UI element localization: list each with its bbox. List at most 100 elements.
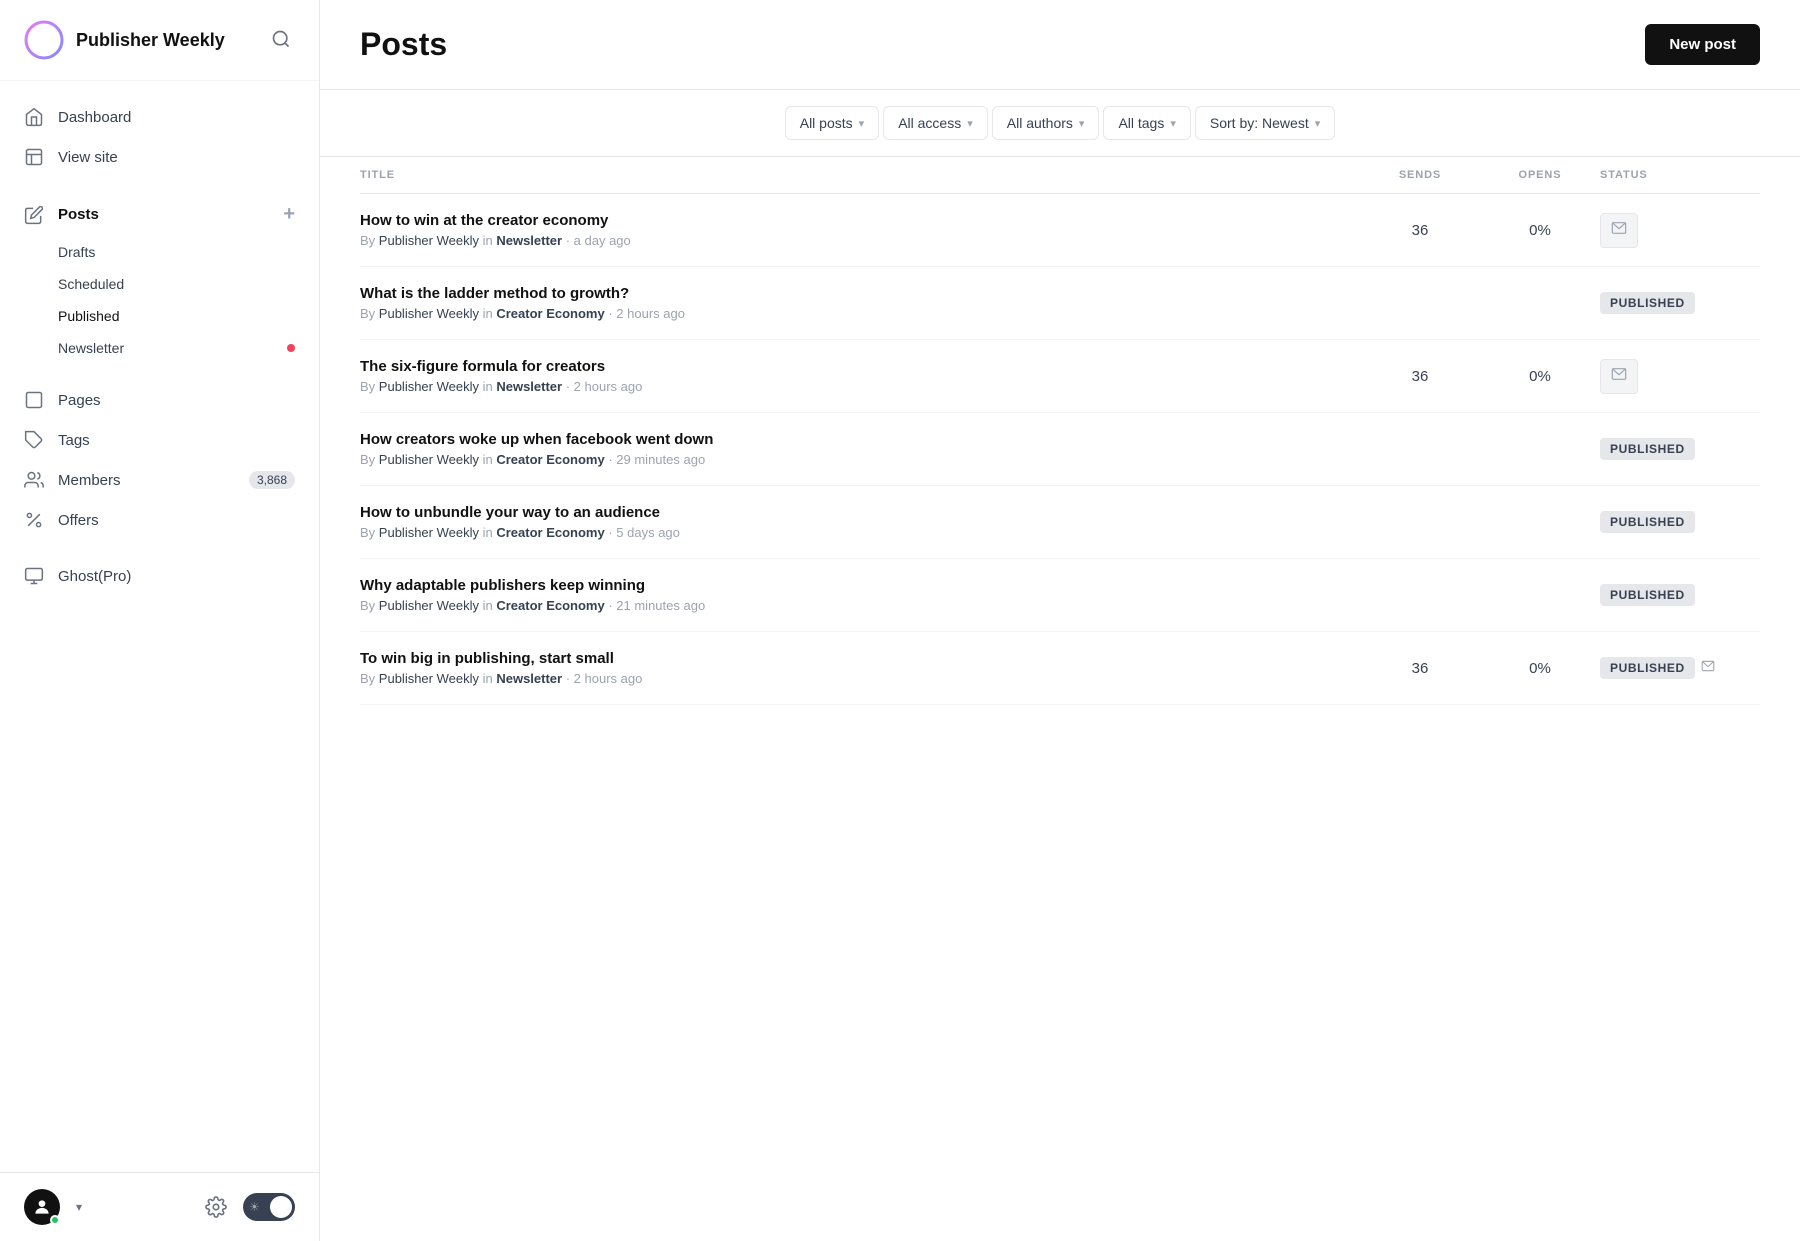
filter-all-posts[interactable]: All posts ▾ (785, 106, 879, 140)
brand: Publisher Weekly (24, 20, 225, 60)
post-meta: By Publisher Weekly in Creator Economy ·… (360, 598, 1360, 613)
search-button[interactable] (267, 25, 295, 56)
settings-icon[interactable] (205, 1196, 227, 1218)
post-author: Publisher Weekly (379, 306, 479, 321)
status-badge: PUBLISHED (1600, 657, 1695, 679)
table-row[interactable]: How to unbundle your way to an audience … (360, 486, 1760, 559)
post-meta: By Publisher Weekly in Newsletter · 2 ho… (360, 379, 1360, 394)
email-status-icon (1600, 213, 1638, 248)
sidebar: Publisher Weekly Dashboard View site (0, 0, 320, 1241)
filter-sort[interactable]: Sort by: Newest ▾ (1195, 106, 1335, 140)
status-badge: PUBLISHED (1600, 438, 1695, 460)
sidebar-item-newsletter[interactable]: Newsletter (58, 332, 319, 364)
post-tag: Creator Economy (496, 525, 604, 540)
sun-icon: ☀ (249, 1200, 260, 1214)
brand-logo (24, 20, 64, 60)
sidebar-item-offers[interactable]: Offers (0, 500, 319, 540)
brand-name: Publisher Weekly (76, 30, 225, 51)
all-authors-label: All authors (1007, 115, 1073, 131)
theme-toggle[interactable]: ☀ (243, 1193, 295, 1221)
table-row[interactable]: To win big in publishing, start small By… (360, 632, 1760, 705)
sidebar-item-dashboard[interactable]: Dashboard (0, 97, 319, 137)
layout-icon (24, 147, 44, 167)
scheduled-label: Scheduled (58, 276, 124, 292)
post-status (1600, 359, 1760, 394)
search-icon (271, 29, 291, 49)
published-label: Published (58, 308, 120, 324)
members-badge: 3,868 (249, 471, 295, 489)
post-status (1600, 213, 1760, 248)
sidebar-item-posts[interactable]: Posts + (0, 193, 319, 236)
post-author: Publisher Weekly (379, 233, 479, 248)
tag-icon (24, 430, 44, 450)
all-tags-label: All tags (1118, 115, 1164, 131)
sidebar-header: Publisher Weekly (0, 0, 319, 81)
post-status: PUBLISHED (1600, 438, 1760, 460)
sidebar-item-scheduled[interactable]: Scheduled (58, 268, 319, 300)
post-status: PUBLISHED (1600, 292, 1760, 314)
post-meta: By Publisher Weekly in Newsletter · 2 ho… (360, 671, 1360, 686)
post-title: How to unbundle your way to an audience (360, 504, 1360, 521)
post-time: 2 hours ago (574, 671, 643, 686)
sidebar-footer: ▾ ☀ (0, 1172, 319, 1241)
filter-all-access[interactable]: All access ▾ (883, 106, 988, 140)
post-info: To win big in publishing, start small By… (360, 650, 1360, 686)
ghostpro-label: Ghost(Pro) (58, 568, 131, 585)
file-icon (24, 390, 44, 410)
post-tag: Newsletter (496, 233, 562, 248)
post-sends: 36 (1360, 222, 1480, 239)
sort-label: Sort by: Newest (1210, 115, 1309, 131)
post-meta: By Publisher Weekly in Newsletter · a da… (360, 233, 1360, 248)
post-author: Publisher Weekly (379, 525, 479, 540)
add-post-icon[interactable]: + (283, 203, 295, 226)
toggle-knob (270, 1196, 292, 1218)
sidebar-item-drafts[interactable]: Drafts (58, 236, 319, 268)
table-row[interactable]: How creators woke up when facebook went … (360, 413, 1760, 486)
sidebar-item-pages[interactable]: Pages (0, 380, 319, 420)
post-title: Why adaptable publishers keep winning (360, 577, 1360, 594)
post-tag: Newsletter (496, 671, 562, 686)
post-title: To win big in publishing, start small (360, 650, 1360, 667)
post-status: PUBLISHED (1600, 584, 1760, 606)
status-badge: PUBLISHED (1600, 511, 1695, 533)
members-label: Members (58, 472, 121, 489)
post-opens: 0% (1480, 222, 1600, 239)
posts-table: TITLE SENDS OPENS STATUS How to win at t… (320, 157, 1800, 1241)
post-info: How to unbundle your way to an audience … (360, 504, 1360, 540)
sidebar-item-ghostpro[interactable]: Ghost(Pro) (0, 556, 319, 596)
post-opens: 0% (1480, 660, 1600, 677)
table-row[interactable]: The six-figure formula for creators By P… (360, 340, 1760, 413)
sidebar-item-viewsite[interactable]: View site (0, 137, 319, 177)
filters-bar: All posts ▾ All access ▾ All authors ▾ A… (320, 90, 1800, 157)
table-row[interactable]: Why adaptable publishers keep winning By… (360, 559, 1760, 632)
post-status: PUBLISHED (1600, 657, 1760, 679)
avatar-online-dot (50, 1215, 60, 1225)
sidebar-item-tags[interactable]: Tags (0, 420, 319, 460)
all-access-label: All access (898, 115, 961, 131)
chevron-down-icon: ▾ (859, 117, 865, 130)
post-time: 5 days ago (616, 525, 680, 540)
filter-all-authors[interactable]: All authors ▾ (992, 106, 1100, 140)
main-content: Posts New post All posts ▾ All access ▾ … (320, 0, 1800, 1241)
drafts-label: Drafts (58, 244, 95, 260)
post-author: Publisher Weekly (379, 452, 479, 467)
offers-label: Offers (58, 512, 99, 529)
sidebar-item-members[interactable]: Members 3,868 (0, 460, 319, 500)
table-row[interactable]: What is the ladder method to growth? By … (360, 267, 1760, 340)
table-row[interactable]: How to win at the creator economy By Pub… (360, 194, 1760, 267)
post-sends: 36 (1360, 368, 1480, 385)
posts-label: Posts (58, 206, 99, 223)
post-time: 2 hours ago (616, 306, 685, 321)
chevron-down-icon: ▾ (1315, 117, 1321, 130)
sidebar-item-published[interactable]: Published (58, 300, 319, 332)
col-opens: OPENS (1480, 169, 1600, 181)
post-meta: By Publisher Weekly in Creator Economy ·… (360, 452, 1360, 467)
post-tag: Creator Economy (496, 598, 604, 613)
account-chevron[interactable]: ▾ (76, 1200, 82, 1214)
post-author: Publisher Weekly (379, 379, 479, 394)
new-post-button[interactable]: New post (1645, 24, 1760, 65)
avatar-icon (32, 1197, 52, 1217)
post-author: Publisher Weekly (379, 671, 479, 686)
filter-all-tags[interactable]: All tags ▾ (1103, 106, 1190, 140)
avatar[interactable] (24, 1189, 60, 1225)
